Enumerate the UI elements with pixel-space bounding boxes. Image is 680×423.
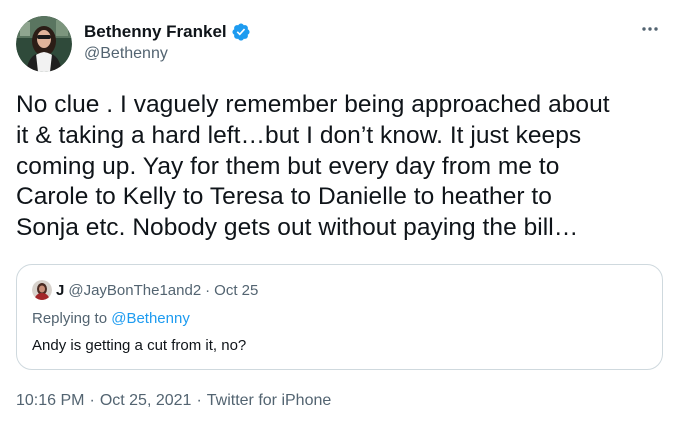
quoted-tweet-header: J @JayBonThe1and2 · Oct 25 — [32, 280, 258, 300]
quoted-tweet-date[interactable]: Oct 25 — [214, 282, 258, 299]
quoted-author-avatar-image — [32, 280, 52, 300]
tweet-text-line: No clue . I vaguely remember being appro… — [16, 91, 610, 118]
author-handle[interactable]: @Bethenny — [84, 45, 168, 63]
verified-badge-icon — [231, 22, 251, 42]
author-avatar[interactable] — [16, 16, 72, 72]
metadata-separator: · — [196, 392, 202, 409]
quoted-tweet[interactable]: J @JayBonThe1and2 · Oct 25 Replying to @… — [16, 264, 663, 370]
tweet-card: Bethenny Frankel @Bethenny No clue . I v… — [0, 0, 680, 423]
author-name-row[interactable]: Bethenny Frankel — [84, 20, 251, 44]
replying-to-label: Replying to — [32, 310, 108, 327]
tweet-metadata: 10:16 PM · Oct 25, 2021 · Twitter for iP… — [16, 392, 331, 410]
quoted-author-avatar[interactable] — [32, 280, 52, 300]
quoted-tweet-text: Andy is getting a cut from it, no? — [32, 337, 247, 354]
tweet-text-line: Sonja etc. Nobody gets out without payin… — [16, 214, 579, 242]
quoted-separator: · — [205, 281, 211, 299]
tweet-timestamp-time[interactable]: 10:16 PM — [16, 392, 84, 410]
author-display-name[interactable]: Bethenny Frankel — [84, 22, 227, 42]
tweet-timestamp-date[interactable]: Oct 25, 2021 — [100, 392, 192, 410]
quoted-author-name[interactable]: J — [56, 282, 64, 299]
author-avatar-image — [16, 16, 72, 72]
quoted-author-handle[interactable]: @JayBonThe1and2 — [68, 282, 201, 299]
metadata-separator: · — [89, 392, 95, 409]
tweet-text: No clue . I vaguely remember being appro… — [16, 90, 668, 244]
replying-to: Replying to @Bethenny — [32, 310, 190, 327]
more-options-button[interactable] — [638, 20, 662, 38]
tweet-source-link[interactable]: Twitter for iPhone — [207, 392, 332, 410]
more-horizontal-icon — [642, 27, 658, 31]
tweet-text-line: coming up. Yay for them but every day fr… — [16, 152, 560, 180]
tweet-text-line: Carole to Kelly to Teresa to Danielle to… — [16, 183, 552, 211]
tweet-text-line: it & taking a hard left…but I don’t know… — [16, 121, 582, 149]
replying-to-handle-link[interactable]: @Bethenny — [111, 310, 190, 327]
